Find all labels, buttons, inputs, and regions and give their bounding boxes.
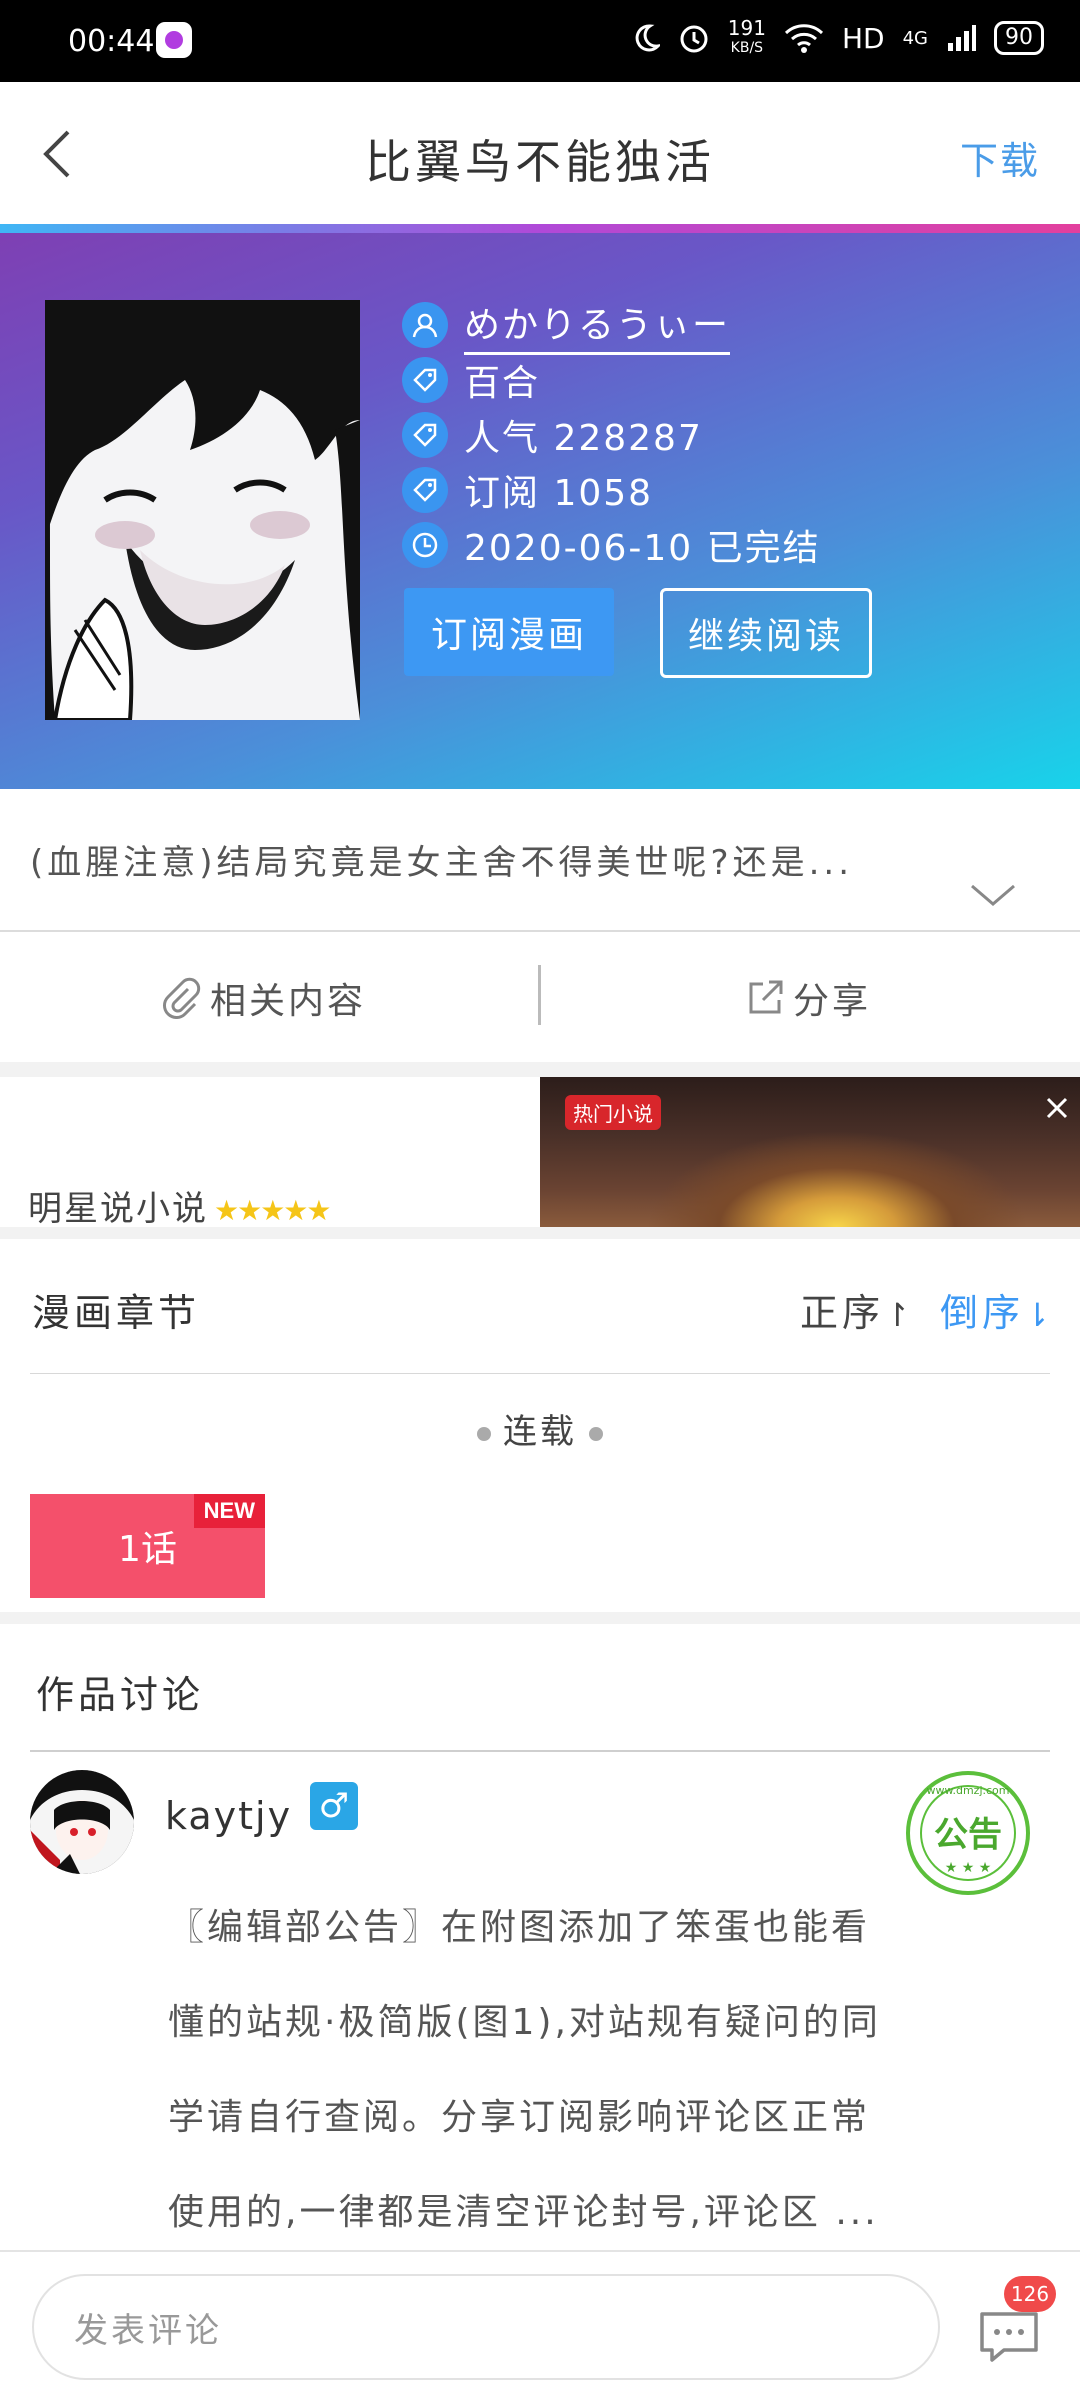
section-gap <box>0 1612 1080 1624</box>
bottom-bar: 发表评论 126 <box>0 2250 1080 2402</box>
message-count-badge: 126 <box>1004 2276 1056 2312</box>
sort-descending-button[interactable]: 倒序⇂ <box>940 1282 1055 1337</box>
serialization-label: 连载 <box>503 1412 577 1452</box>
popularity-row: 人气 228287 <box>402 410 703 460</box>
user-icon <box>402 302 448 348</box>
subscription-row: 订阅 1058 <box>402 465 653 515</box>
network-speed: 191 KB/S <box>728 18 766 58</box>
comment-line: 使用的,一律都是清空评论封号,评论区 ... <box>168 2192 879 2233</box>
stamp-text: 公告 <box>934 1815 1002 1855</box>
section-gap <box>0 1227 1080 1239</box>
signal-type: 4G <box>902 27 928 49</box>
arrow-up-icon: ↾ <box>884 1296 915 1334</box>
network-type: HD <box>841 21 885 55</box>
status-time: 00:44 <box>68 24 155 59</box>
stamp-url: www.dmzj.com <box>927 1784 1010 1797</box>
tag-icon <box>402 412 448 458</box>
ad-tag: 热门小说 <box>565 1095 661 1130</box>
action-separator <box>538 965 541 1025</box>
signal-icon <box>948 25 976 51</box>
announcement-stamp-icon: 公告 www.dmzj.com ★ ★ ★ <box>906 1771 1030 1895</box>
chapter-label: 1话 <box>118 1529 177 1570</box>
battery-indicator: 90 <box>994 21 1044 55</box>
subscription-count: 订阅 1058 <box>464 473 654 514</box>
avatar[interactable] <box>30 1770 134 1874</box>
alarm-icon <box>680 25 708 53</box>
sort-descending-label: 倒序 <box>940 1291 1025 1335</box>
chapter-button[interactable]: 1话 NEW <box>30 1494 265 1598</box>
clock-icon <box>402 522 448 568</box>
download-button[interactable]: 下载 <box>960 130 1040 185</box>
comment-username[interactable]: kaytjy <box>165 1794 292 1838</box>
sort-ascending-button[interactable]: 正序↾ <box>800 1282 915 1337</box>
date-row: 2020-06-10 已完结 <box>402 520 821 570</box>
divider <box>30 1373 1050 1374</box>
app-notification-icon <box>156 22 192 58</box>
chevron-down-icon[interactable] <box>968 880 1018 910</box>
status-icons: 191 KB/S HD 4G 90 <box>632 18 1044 58</box>
ad-banner[interactable]: 明星说小说 ★★★★★ 热门小说 <box>0 1077 1080 1230</box>
continue-reading-button[interactable]: 继续阅读 <box>660 588 872 678</box>
genre-tag[interactable]: 百合 <box>464 354 540 406</box>
dot-icon <box>589 1426 603 1441</box>
message-icon[interactable] <box>978 2310 1040 2364</box>
comic-cover-image[interactable] <box>45 300 360 720</box>
page-title: 比翼鸟不能独活 <box>365 135 715 189</box>
new-badge: NEW <box>193 1494 265 1528</box>
nav-bar: 比翼鸟不能独活 下载 <box>0 82 1080 225</box>
ad-title[interactable]: 明星说小说 ★★★★★ <box>28 1181 332 1230</box>
related-content-label: 相关内容 <box>210 981 367 1022</box>
divider <box>30 1750 1050 1752</box>
status-bar: 00:44 191 KB/S HD 4G 90 <box>0 0 1080 82</box>
author-row[interactable]: めかりるうぃー <box>402 300 731 355</box>
moon-icon <box>635 24 660 52</box>
share-label: 分享 <box>793 981 872 1022</box>
comment-input[interactable]: 发表评论 <box>32 2274 940 2380</box>
arrow-down-icon: ⇂ <box>1024 1296 1055 1334</box>
discussion-title: 作品讨论 <box>36 1673 205 1717</box>
comment-line: 学请自行查阅。分享订阅影响评论区正常 <box>168 2097 871 2138</box>
related-content-button[interactable]: 相关内容 <box>160 972 366 1024</box>
male-gender-icon: ♂ <box>310 1782 358 1830</box>
tag-icon <box>402 467 448 513</box>
speed-value: 191 <box>727 16 766 40</box>
subscribe-button[interactable]: 订阅漫画 <box>404 588 614 676</box>
speed-unit: KB/S <box>730 40 764 56</box>
header-accent-line <box>0 224 1080 233</box>
ad-title-text: 明星说小说 <box>28 1189 208 1229</box>
dot-icon <box>477 1426 491 1441</box>
tag-icon <box>402 357 448 403</box>
update-status: 2020-06-10 已完结 <box>464 528 821 569</box>
close-icon[interactable] <box>1040 1091 1074 1125</box>
popularity-count: 人气 228287 <box>464 418 703 459</box>
paperclip-icon <box>163 977 201 1019</box>
share-button[interactable]: 分享 <box>745 972 871 1024</box>
rating-stars: ★★★★★ <box>214 1194 332 1227</box>
section-gap <box>0 1062 1080 1077</box>
genre-row[interactable]: 百合 <box>402 355 540 405</box>
chapters-title: 漫画章节 <box>32 1291 201 1335</box>
wifi-icon <box>784 24 824 53</box>
serialization-status: 连载 <box>0 1404 1080 1453</box>
stamp-stars: ★ ★ ★ <box>945 1860 992 1876</box>
comment-line: 懂的站规·极简版(图1),对站规有疑问的同 <box>168 2002 881 2043</box>
comment-line: 〖编辑部公告〗在附图添加了笨蛋也能看 <box>168 1907 871 1948</box>
comic-description[interactable]: (血腥注意)结局究竟是女主舍不得美世呢?还是... <box>30 835 853 884</box>
share-icon <box>749 980 783 1014</box>
action-bar: 相关内容 分享 <box>0 932 1080 1062</box>
sort-ascending-label: 正序 <box>800 1291 885 1335</box>
comment-input-placeholder: 发表评论 <box>74 2310 222 2351</box>
cover-illustration <box>45 300 360 720</box>
author-name[interactable]: めかりるうぃー <box>464 296 731 355</box>
